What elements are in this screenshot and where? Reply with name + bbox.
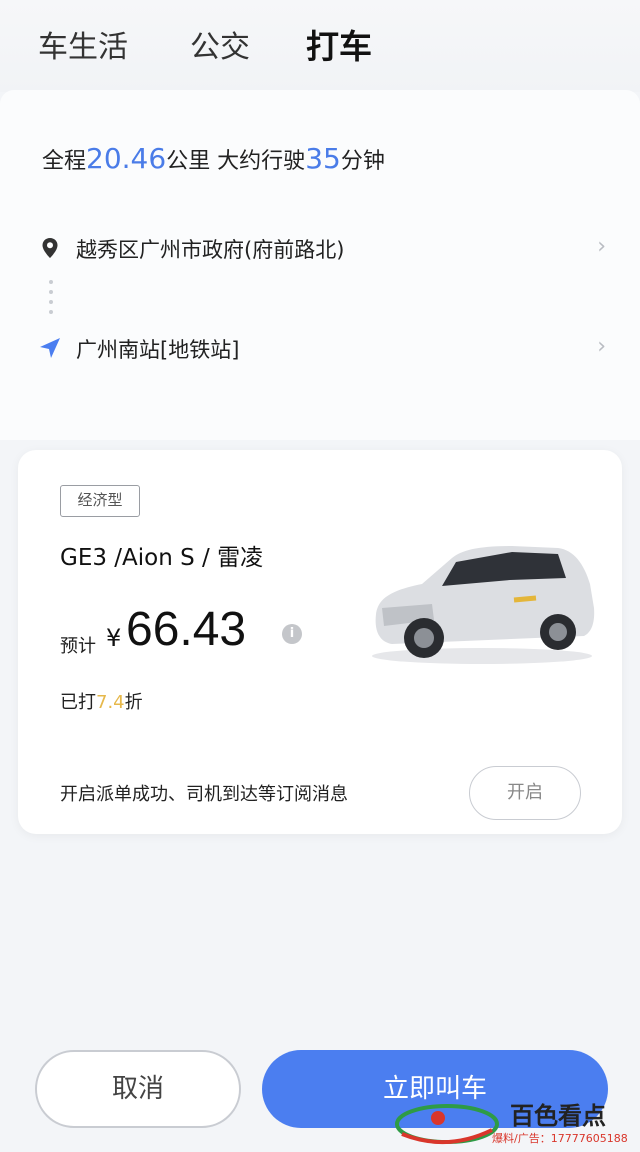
destination-row[interactable]: 广州南站[地铁站] › <box>38 328 608 368</box>
chevron-right-icon: › <box>597 234 606 259</box>
tab-taxi[interactable]: 打车 <box>306 20 372 68</box>
route-panel: 全程20.46公里 大约行驶35分钟 越秀区广州市政府(府前路北) › 广州南站… <box>0 90 640 440</box>
summary-mid: 公里 大约行驶 <box>166 149 306 174</box>
watermark: 百色看点 爆料/广告：17777605188 <box>392 1094 640 1152</box>
route-distance: 20.46 <box>86 142 167 175</box>
watermark-logo-icon <box>395 1104 499 1144</box>
navigation-arrow-icon <box>40 338 60 358</box>
location-pin-icon <box>42 238 58 258</box>
subscribe-message-text: 开启派单成功、司机到达等订阅消息 <box>60 784 348 805</box>
route-summary: 全程20.46公里 大约行驶35分钟 <box>42 142 385 175</box>
route-duration: 35 <box>305 142 341 175</box>
cancel-button[interactable]: 取消 <box>35 1050 241 1128</box>
summary-prefix: 全程 <box>42 149 87 174</box>
route-connector <box>48 280 54 320</box>
watermark-title: 百色看点 <box>510 1102 606 1130</box>
car-image <box>372 546 595 664</box>
discount-prefix: 已打 <box>60 692 96 713</box>
origin-row[interactable]: 越秀区广州市政府(府前路北) › <box>38 228 608 268</box>
chevron-right-icon: › <box>597 334 606 359</box>
top-tab-bar: 车生活 公交 打车 <box>0 0 640 92</box>
subscribe-open-button[interactable]: 开启 <box>469 766 581 820</box>
summary-suffix: 分钟 <box>340 149 385 174</box>
currency-symbol: ¥ <box>106 624 122 652</box>
discount-suffix: 折 <box>124 692 143 713</box>
estimated-price: 66.43 <box>126 603 247 656</box>
car-models: GE3 /Aion S / 雷凌 <box>60 545 264 571</box>
car-type-badge: 经济型 <box>60 485 140 517</box>
price-prefix: 预计 <box>60 636 96 657</box>
tab-bus[interactable]: 公交 <box>190 22 250 66</box>
watermark-subtitle: 爆料/广告：17777605188 <box>492 1132 628 1145</box>
discount-text: 已打7.4折 <box>60 688 143 714</box>
car-option-card[interactable]: 经济型 GE3 /Aion S / 雷凌 预计 ¥ 66.43 i 已打7.4折… <box>18 450 622 834</box>
info-icon[interactable]: i <box>282 624 302 644</box>
discount-value: 7.4 <box>96 692 125 713</box>
destination-label: 广州南站[地铁站] <box>76 338 240 362</box>
origin-label: 越秀区广州市政府(府前路北) <box>76 238 345 262</box>
tab-car-life[interactable]: 车生活 <box>38 22 128 66</box>
